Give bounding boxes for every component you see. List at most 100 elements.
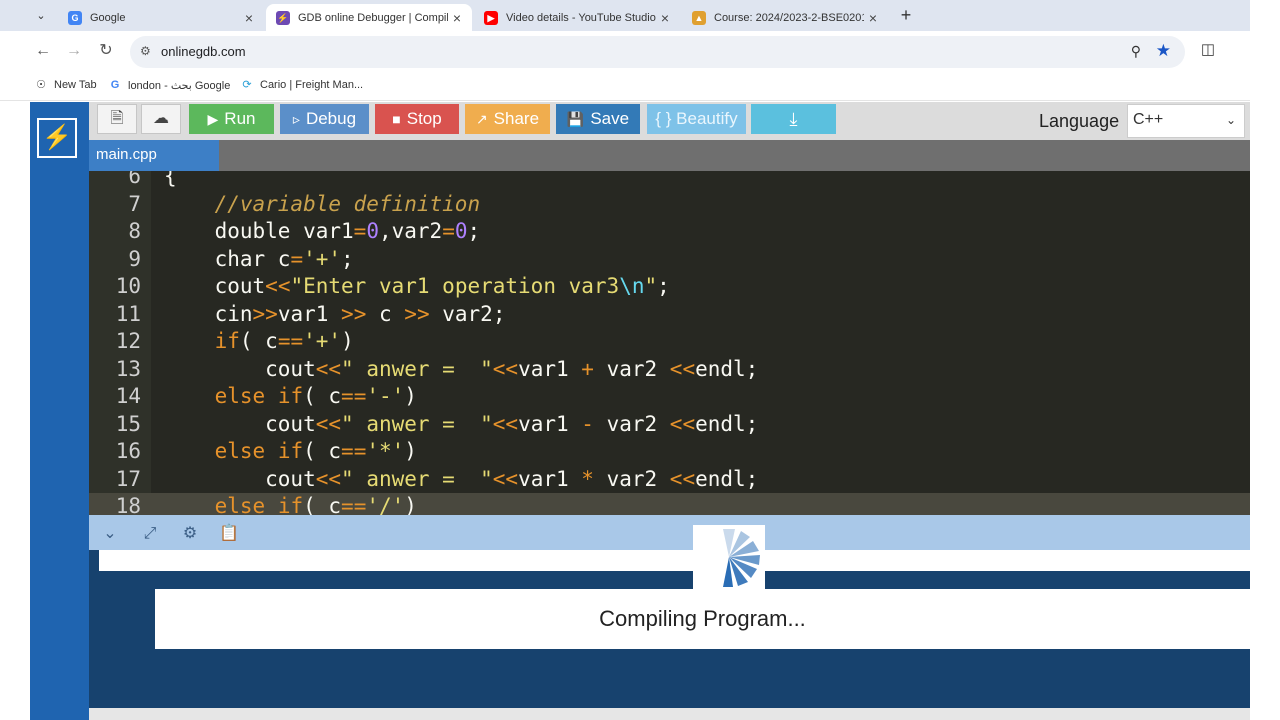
play-icon: ▶ bbox=[207, 110, 219, 127]
code-text[interactable]: if( c=='+') bbox=[164, 328, 354, 355]
code-text[interactable]: else if( c=='/') bbox=[164, 493, 417, 515]
chevron-down-icon: ⌄ bbox=[1225, 113, 1236, 127]
globe-icon: ☉ bbox=[36, 79, 46, 91]
debug-icon: ▹ bbox=[292, 110, 300, 127]
left-sidebar: ⚡ bbox=[30, 102, 89, 720]
close-tab-icon[interactable]: × bbox=[240, 10, 258, 26]
language-select[interactable]: C++ ⌄ bbox=[1127, 104, 1245, 138]
compiling-status-box: Compiling Program... bbox=[155, 589, 1250, 649]
language-label: Language bbox=[1039, 111, 1120, 131]
code-text[interactable]: cout<<" anwer = "<<var1 + var2 <<endl; bbox=[164, 356, 758, 383]
code-line[interactable]: 18 else if( c=='/') bbox=[89, 493, 1250, 515]
bookmark-label: london - بحث Google bbox=[128, 79, 231, 92]
browser-toolbar: ← → ↻ ⚙ onlinegdb.com ⚲ ★ ◫ bbox=[0, 31, 1250, 71]
close-tab-icon[interactable]: × bbox=[864, 10, 882, 26]
onlinegdb-logo-icon[interactable]: ⚡ bbox=[37, 118, 77, 158]
onlinegdb-icon: ⚡ bbox=[276, 10, 290, 25]
code-line[interactable]: 8 double var1=0,var2=0; bbox=[89, 218, 1250, 245]
close-tab-icon[interactable]: × bbox=[656, 10, 674, 26]
forward-arrow-icon[interactable]: → bbox=[64, 41, 84, 61]
google-icon: G bbox=[68, 10, 82, 25]
close-tab-icon[interactable]: × bbox=[448, 10, 466, 26]
code-line[interactable]: 16 else if( c=='*') bbox=[89, 438, 1250, 465]
url-text[interactable]: onlinegdb.com bbox=[161, 44, 246, 59]
bookmark-star-icon[interactable]: ★ bbox=[1156, 41, 1171, 61]
save-button[interactable]: 💾 Save bbox=[556, 104, 640, 134]
code-line[interactable]: 14 else if( c=='-') bbox=[89, 383, 1250, 410]
loading-spinner-icon bbox=[693, 525, 765, 589]
line-number: 13 bbox=[115, 356, 141, 381]
download-button[interactable]: ⤓ bbox=[751, 104, 836, 134]
code-text[interactable]: double var1=0,var2=0; bbox=[164, 218, 481, 245]
code-line[interactable]: 9 char c='+'; bbox=[89, 246, 1250, 273]
code-text[interactable]: //variable definition bbox=[164, 191, 481, 218]
browser-tab-google[interactable]: G Google × bbox=[58, 4, 264, 31]
line-number: 6 bbox=[128, 171, 141, 188]
line-number: 10 bbox=[115, 274, 141, 298]
line-number: 9 bbox=[128, 246, 141, 271]
file-tab-main-cpp[interactable]: main.cpp bbox=[89, 140, 219, 171]
browser-tab-youtube-studio[interactable]: ▶ Video details - YouTube Studio × bbox=[474, 4, 680, 31]
site-info-icon[interactable]: ⚙ bbox=[140, 44, 154, 58]
line-number: 11 bbox=[115, 301, 141, 326]
cario-icon: ⟳ bbox=[242, 79, 252, 91]
code-text[interactable]: { bbox=[164, 171, 177, 190]
browser-tab-course[interactable]: ▲ Course: 2024/2023-2-BSE0201- × bbox=[682, 4, 888, 31]
code-line[interactable]: 10 cout<<"Enter var1 operation var3\n"; bbox=[89, 273, 1250, 300]
back-arrow-icon[interactable]: ← bbox=[33, 41, 53, 61]
run-button[interactable]: ▶ Run bbox=[189, 104, 274, 134]
settings-gear-icon[interactable]: ⚙ bbox=[180, 524, 200, 544]
beautify-label: { } Beautify bbox=[655, 109, 738, 128]
language-value: C++ bbox=[1133, 111, 1164, 128]
code-text[interactable]: cout<<" anwer = "<<var1 * var2 <<endl; bbox=[164, 466, 758, 493]
extensions-icon[interactable]: ◫ bbox=[1199, 40, 1217, 58]
bookmark-london-search[interactable]: G london - بحث Google bbox=[108, 78, 231, 92]
stop-button[interactable]: ■ Stop bbox=[375, 104, 459, 134]
google-icon: G bbox=[110, 79, 120, 91]
line-number: 17 bbox=[115, 466, 141, 491]
expand-icon[interactable]: ⤢ bbox=[140, 524, 160, 544]
share-label: Share bbox=[493, 109, 540, 128]
line-number: 15 bbox=[115, 411, 141, 436]
upload-cloud-icon[interactable]: ☁ bbox=[141, 104, 181, 134]
code-text[interactable]: char c='+'; bbox=[164, 246, 354, 273]
line-number: 16 bbox=[115, 439, 141, 463]
code-text[interactable]: else if( c=='-') bbox=[164, 383, 417, 410]
share-icon: ↗ bbox=[475, 110, 488, 127]
line-number: 18 bbox=[115, 494, 141, 515]
code-line[interactable]: 11 cin>>var1 >> c >> var2; bbox=[89, 301, 1250, 328]
beautify-button[interactable]: { } Beautify bbox=[647, 104, 746, 134]
address-bar[interactable]: ⚙ onlinegdb.com ⚲ ★ bbox=[130, 36, 1185, 68]
compiling-status-text: Compiling Program... bbox=[599, 606, 806, 631]
code-line[interactable]: 12 if( c=='+') bbox=[89, 328, 1250, 355]
code-line[interactable]: 13 cout<<" anwer = "<<var1 + var2 <<endl… bbox=[89, 356, 1250, 383]
tab-title: Google bbox=[90, 11, 126, 24]
code-text[interactable]: else if( c=='*') bbox=[164, 438, 417, 465]
share-button[interactable]: ↗ Share bbox=[465, 104, 550, 134]
bookmarks-bar: ☉ New Tab G london - بحث Google ⟳ Cario … bbox=[0, 71, 1250, 101]
io-panel-toolbar: ⌄ ⤢ ⚙ 📋 bbox=[89, 515, 1250, 550]
tab-title: Course: 2024/2023-2-BSE0201- bbox=[714, 11, 864, 24]
code-text[interactable]: cout<<"Enter var1 operation var3\n"; bbox=[164, 273, 670, 300]
clipboard-icon[interactable]: 📋 bbox=[219, 524, 239, 544]
code-text[interactable]: cin>>var1 >> c >> var2; bbox=[164, 301, 506, 328]
zoom-icon[interactable]: ⚲ bbox=[1131, 43, 1141, 60]
file-tabs-bar: main.cpp bbox=[89, 140, 1250, 171]
browser-tab-onlinegdb[interactable]: ⚡ GDB online Debugger | Compil × bbox=[266, 4, 472, 31]
new-tab-plus-icon[interactable]: + bbox=[896, 5, 916, 25]
console-output[interactable] bbox=[99, 550, 1250, 571]
code-line[interactable]: 15 cout<<" anwer = "<<var1 - var2 <<endl… bbox=[89, 411, 1250, 438]
debug-button[interactable]: ▹ Debug bbox=[280, 104, 369, 134]
new-file-icon[interactable]: 🗎 bbox=[97, 104, 137, 134]
code-editor[interactable]: 6{7 //variable definition 8 double var1=0… bbox=[89, 171, 1250, 515]
bookmark-new-tab[interactable]: ☉ New Tab bbox=[34, 78, 97, 92]
code-line[interactable]: 6{ bbox=[89, 171, 1250, 190]
code-text[interactable]: cout<<" anwer = "<<var1 - var2 <<endl; bbox=[164, 411, 758, 438]
code-line[interactable]: 7 //variable definition bbox=[89, 191, 1250, 218]
tab-search-chevron-icon[interactable]: ⌄ bbox=[30, 6, 52, 26]
reload-icon[interactable]: ↻ bbox=[96, 41, 116, 61]
collapse-chevron-icon[interactable]: ⌄ bbox=[100, 524, 120, 544]
line-number: 7 bbox=[128, 191, 141, 216]
bookmark-cario[interactable]: ⟳ Cario | Freight Man... bbox=[240, 78, 363, 92]
code-line[interactable]: 17 cout<<" anwer = "<<var1 * var2 <<endl… bbox=[89, 466, 1250, 493]
